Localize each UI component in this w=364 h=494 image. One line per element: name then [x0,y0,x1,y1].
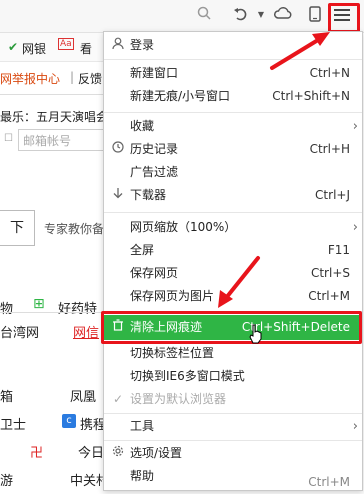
annotation-arrows [218,32,330,308]
cursor-hand-icon [249,324,262,344]
arrow-to-menu [270,38,320,70]
arrow-to-clear [224,256,260,300]
